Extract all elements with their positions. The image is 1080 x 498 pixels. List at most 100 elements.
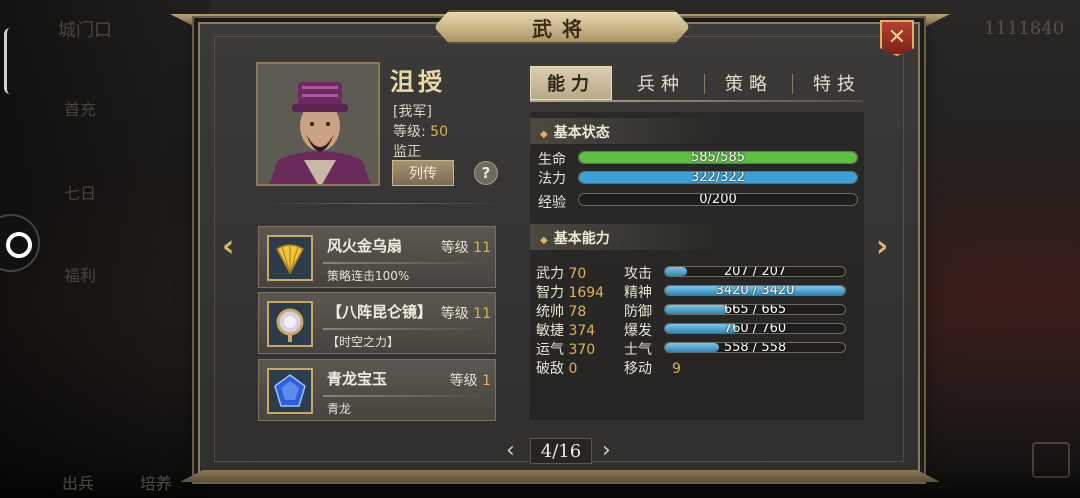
edge-handle xyxy=(4,28,12,94)
page-prev-button[interactable]: ‹ xyxy=(506,438,515,463)
stat-force: 武力 70 xyxy=(536,263,586,283)
stat-label: 统帅 xyxy=(536,304,564,320)
exp-bar: 0/200 xyxy=(578,193,858,206)
stat-move: 移动 9 xyxy=(624,358,681,378)
attack-bar-text: 207 / 207 xyxy=(723,266,787,277)
equipment-desc: 【时空之力】 xyxy=(327,335,400,349)
spirit-bar: 3420 / 3420 xyxy=(664,285,846,296)
stat-defense-label: 防御 xyxy=(624,304,652,320)
diamond-icon: ◆ xyxy=(540,129,548,140)
diamond-icon: ◆ xyxy=(540,235,548,246)
morale-bar: 558 / 558 xyxy=(664,342,846,353)
stat-value: 78 xyxy=(568,304,587,320)
tab-divider xyxy=(704,74,705,94)
equipment-slot-2[interactable]: 【八阵昆仑镜】 等级 11 【时空之力】 xyxy=(258,292,496,354)
hp-bar-text: 585/585 xyxy=(690,151,745,164)
side-menu-seven-day[interactable]: 七日 xyxy=(64,180,96,204)
burst-bar-text: 760 / 760 xyxy=(723,323,787,334)
mp-bar: 322/322 xyxy=(578,171,858,184)
equipment-slot-1[interactable]: 风火金乌扇 等级 11 策略连击100% xyxy=(258,226,496,288)
spirit-bar-text: 3420 / 3420 xyxy=(715,285,795,296)
tab-divider xyxy=(792,74,793,94)
page-next-button[interactable]: › xyxy=(602,438,611,463)
equipment-slot-3[interactable]: 青龙宝玉 等级 1 青龙 xyxy=(258,359,496,421)
exp-bar-text: 0/200 xyxy=(699,193,737,206)
stat-label: 武力 xyxy=(536,266,564,282)
resource-counter: 1111840 xyxy=(984,18,1065,39)
next-hero-arrow[interactable]: › xyxy=(876,232,888,262)
equipment-level-label: 等级 xyxy=(449,373,478,389)
stat-value: 9 xyxy=(672,361,681,377)
tab-ability[interactable]: 能力 xyxy=(530,66,612,100)
stat-label: 运气 xyxy=(536,342,564,358)
stat-burst-label: 爆发 xyxy=(624,323,652,339)
hero-position: 监正 xyxy=(393,144,421,160)
stat-spirit-label: 精神 xyxy=(624,285,652,301)
dialog-title: 武将 xyxy=(532,16,592,41)
hero-level-value: 50 xyxy=(430,124,448,140)
help-button[interactable]: ? xyxy=(474,161,498,185)
equipment-desc: 策略连击100% xyxy=(327,269,410,283)
equipment-level-label: 等级 xyxy=(440,240,469,256)
stat-value: 1694 xyxy=(568,285,605,301)
defense-bar: 665 / 665 xyxy=(664,304,846,315)
equipment-divider xyxy=(323,395,489,397)
tab-strategy[interactable]: 策略 xyxy=(708,66,790,100)
tab-troops[interactable]: 兵种 xyxy=(620,66,702,100)
stat-luck: 运气 370 xyxy=(536,339,595,359)
stat-value: 0 xyxy=(568,361,578,377)
stat-value: 70 xyxy=(568,266,587,282)
equipment-level-value: 1 xyxy=(482,373,491,389)
equipment-name: 【八阵昆仑镜】 xyxy=(327,303,433,321)
hero-level-label: 等级: xyxy=(393,124,426,140)
basic-ability-title-text: 基本能力 xyxy=(553,231,610,247)
page-indicator: 4/16 xyxy=(530,438,592,464)
equipment-name: 青龙宝玉 xyxy=(327,370,388,388)
equipment-level-value: 11 xyxy=(473,240,491,256)
tab-skills[interactable]: 特技 xyxy=(796,66,878,100)
equipment-divider xyxy=(323,328,489,330)
hero-portrait xyxy=(256,62,380,186)
mp-bar-text: 322/322 xyxy=(690,171,745,184)
stat-breakthrough: 破敌 0 xyxy=(536,358,577,378)
tab-underline xyxy=(530,100,862,102)
stat-morale-label: 士气 xyxy=(624,342,652,358)
stat-intelligence: 智力 1694 xyxy=(536,282,604,302)
hero-portrait-art xyxy=(258,64,378,184)
dialog-title-plate: 武将 xyxy=(434,10,690,44)
equipment-level-label: 等级 xyxy=(440,306,469,322)
equipment-name: 风火金乌扇 xyxy=(327,237,403,255)
divider xyxy=(258,203,508,204)
basic-ability-title: ◆ 基本能力 xyxy=(540,228,610,248)
attack-bar: 207 / 207 xyxy=(664,266,846,277)
equipment-level-value: 11 xyxy=(473,306,491,322)
stat-value: 374 xyxy=(568,323,596,339)
bottom-nav-item[interactable]: 培养 xyxy=(140,470,172,494)
equipment-level: 等级 11 xyxy=(441,303,491,323)
stat-value: 370 xyxy=(568,342,596,358)
stat-agility: 敏捷 374 xyxy=(536,320,595,340)
basic-status-title-text: 基本状态 xyxy=(553,125,610,141)
hero-level: 等级: 50 xyxy=(393,121,448,141)
stat-label: 敏捷 xyxy=(536,323,564,339)
fan-icon xyxy=(267,235,313,281)
stat-attack-label: 攻击 xyxy=(624,266,652,282)
biography-button[interactable]: 列传 xyxy=(392,160,454,186)
morale-bar-text: 558 / 558 xyxy=(723,342,787,353)
side-menu-welfare[interactable]: 福利 xyxy=(64,262,96,286)
location-label: 城门口 xyxy=(58,20,112,41)
defense-bar-text: 665 / 665 xyxy=(723,304,787,315)
equipment-divider xyxy=(323,262,489,264)
equipment-desc: 青龙 xyxy=(327,402,352,416)
hero-name: 沮授 xyxy=(390,67,446,96)
jade-icon xyxy=(267,368,313,414)
equipment-level: 等级 1 xyxy=(450,370,491,390)
prev-hero-arrow[interactable]: ‹ xyxy=(222,232,234,262)
bottom-nav-item[interactable]: 出兵 xyxy=(62,470,94,494)
hero-faction: [我军] xyxy=(393,104,432,120)
side-menu-first-charge[interactable]: 首充 xyxy=(64,96,96,120)
close-icon: ✕ xyxy=(887,25,907,50)
exp-label: 经验 xyxy=(538,195,566,211)
equipment-level: 等级 11 xyxy=(441,237,491,257)
hp-bar: 585/585 xyxy=(578,151,858,164)
